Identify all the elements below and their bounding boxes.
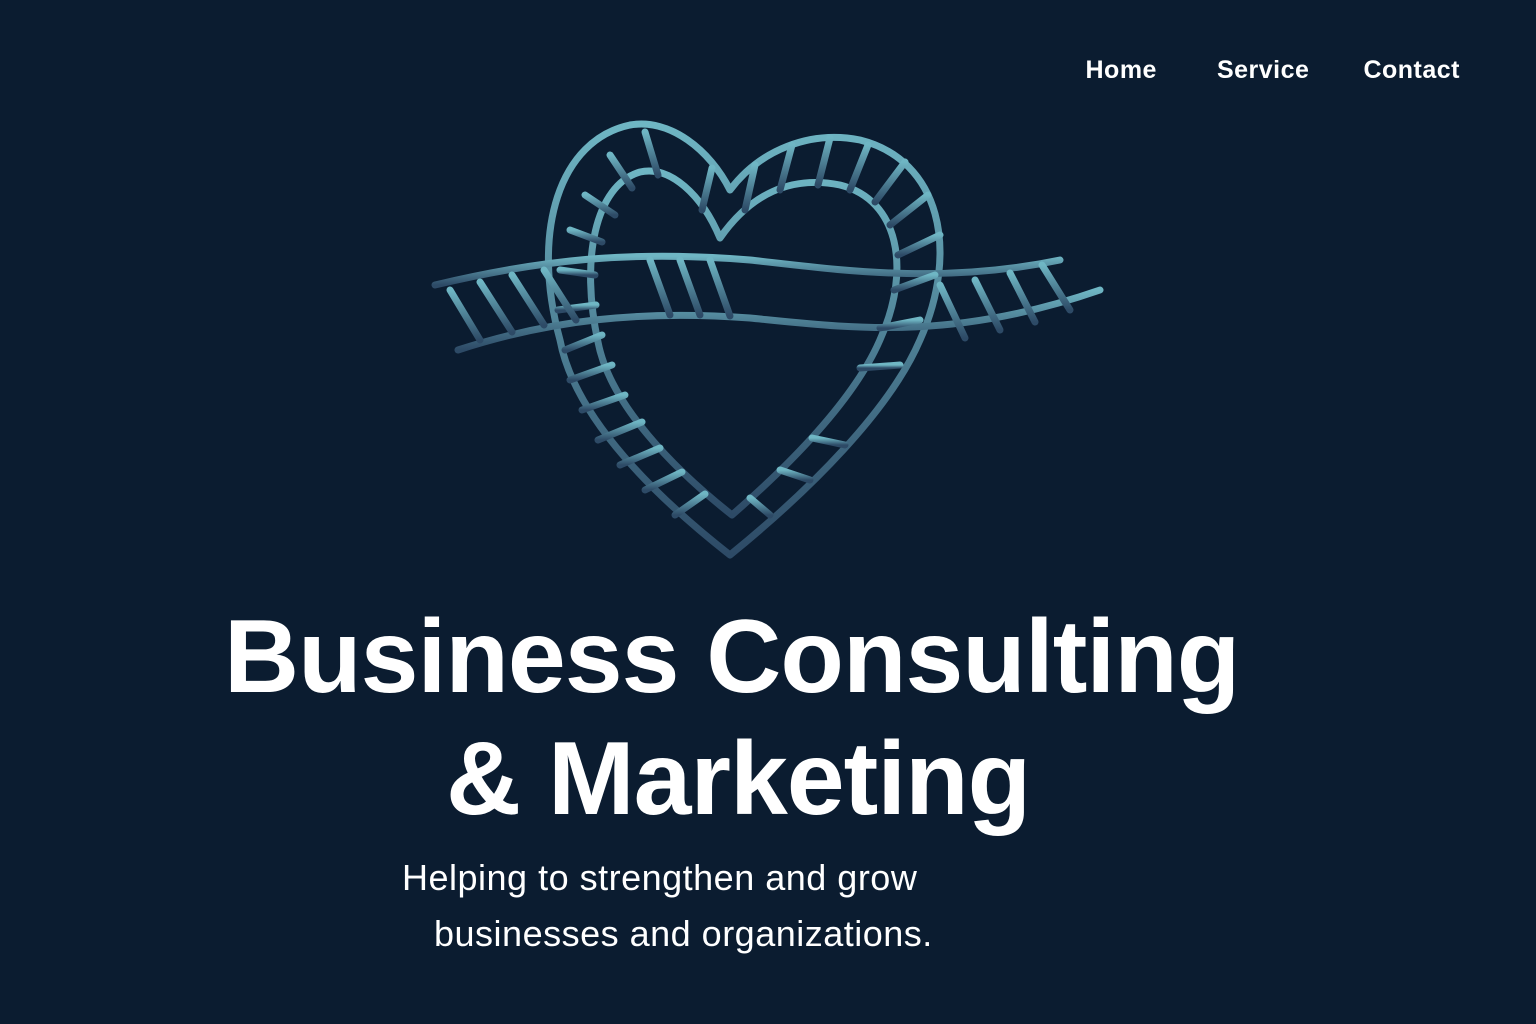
- hero-subtitle-line-2: businesses and organizations.: [434, 913, 933, 954]
- top-nav: Home Service Contact: [1086, 56, 1461, 85]
- hero-subtitle: Helping to strengthen and grow businesse…: [0, 850, 1536, 962]
- rope-heart-knot-icon: [431, 120, 1104, 559]
- nav-link-home[interactable]: Home: [1086, 56, 1157, 85]
- nav-link-contact[interactable]: Contact: [1363, 56, 1460, 85]
- hero-subtitle-line-1: Helping to strengthen and grow: [402, 857, 918, 898]
- hero-title-line-1: Business Consulting: [224, 599, 1240, 715]
- nav-link-service[interactable]: Service: [1217, 56, 1309, 85]
- hero-title-line-2: & Marketing: [446, 721, 1031, 837]
- hero-title: Business Consulting & Marketing: [0, 596, 1536, 840]
